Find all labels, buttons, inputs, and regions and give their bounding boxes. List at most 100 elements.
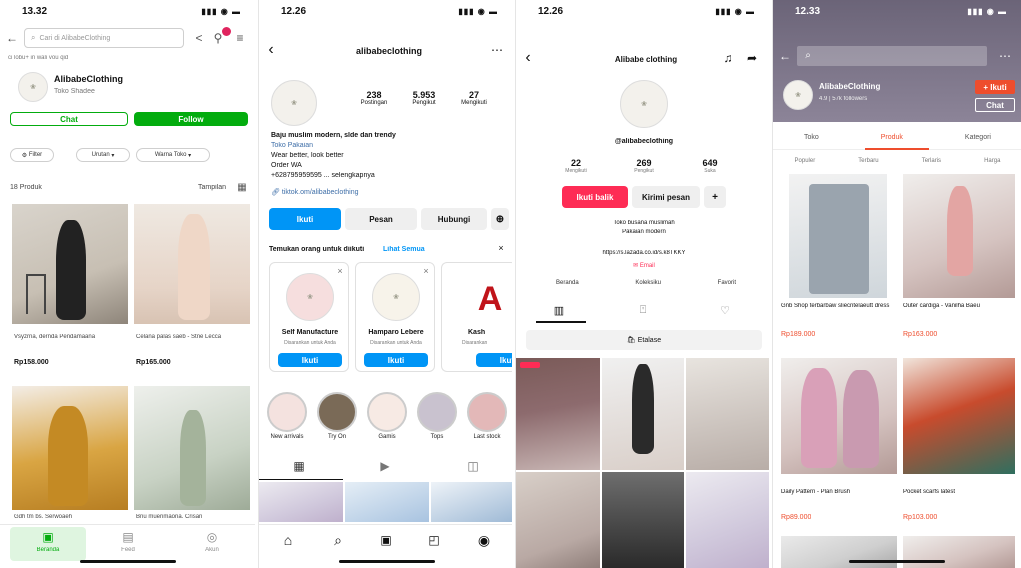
reels-icon[interactable]: ▣ <box>377 531 395 549</box>
grid-tab-icon[interactable]: ▦ <box>291 458 307 474</box>
feed-icon[interactable]: ▤ <box>120 529 136 545</box>
product-name[interactable]: Gnb Shop terbarbaw sliecntelaeutt dress <box>781 303 897 309</box>
bio-link[interactable]: 🔗︎ tiktok.om/alibabeclothing <box>271 188 359 196</box>
color-chip[interactable]: Warna Toko ▾ <box>136 148 210 162</box>
product-name[interactable]: Vsyzrna, dernda Pendamaana <box>14 334 126 340</box>
home-icon[interactable]: ⌂ <box>279 531 297 549</box>
videos-tab-icon[interactable]: ▥ <box>550 302 568 318</box>
profile-avatar[interactable]: ❀ <box>271 80 317 126</box>
product-image[interactable] <box>781 536 897 568</box>
profile-link[interactable]: Koleksiku <box>635 280 661 286</box>
search-input[interactable]: ⌕ <box>797 46 987 66</box>
grid-icon[interactable]: ▦ <box>236 181 248 193</box>
tab-products[interactable]: Produk <box>881 134 903 141</box>
sort-latest[interactable]: Terbaru <box>858 158 878 164</box>
stat-following[interactable]: 22 Mengikuti <box>546 158 606 174</box>
product-image[interactable] <box>903 174 1015 298</box>
video-thumbnail[interactable] <box>602 358 684 470</box>
stat-posts[interactable]: 238 Postingan <box>349 90 399 106</box>
back-chevron-icon[interactable]: ‹ <box>520 49 536 66</box>
product-name[interactable]: Outer cardiga - Vanilha Baeu <box>903 303 1015 309</box>
bio-line[interactable]: +628795959595 ... selengkapnya <box>271 172 375 179</box>
product-image[interactable] <box>12 386 128 510</box>
add-friend-button[interactable]: + <box>704 186 726 208</box>
message-button[interactable]: Pesan <box>345 208 417 230</box>
nav-label-home[interactable]: Beranda <box>24 547 72 553</box>
suggestion-follow-button[interactable]: Ikuti <box>278 353 342 367</box>
chat-button[interactable]: Chat <box>975 98 1015 112</box>
showcase-banner[interactable]: 🛍︎ Etalase <box>526 330 762 350</box>
chat-button[interactable]: Chat <box>10 112 128 126</box>
sort-popular[interactable]: Populer <box>795 158 816 164</box>
email-link[interactable]: ✉ Email <box>556 262 732 269</box>
more-options-icon[interactable]: ⋯ <box>489 42 505 58</box>
suggestion-follow-button[interactable]: Ikuti <box>476 353 512 367</box>
follow-button[interactable]: Ikuti <box>269 208 341 230</box>
home-icon[interactable]: ▣ <box>40 529 56 545</box>
highlight-bubble[interactable] <box>317 392 357 432</box>
product-image[interactable] <box>903 536 1015 568</box>
sort-bestseller[interactable]: Terlaris <box>922 158 941 164</box>
product-name[interactable]: Bnu muerimaona. Crisan <box>136 514 202 520</box>
suggestion-card[interactable]: A Kash Disarankan Ikuti <box>441 262 512 372</box>
more-options-icon[interactable]: ⋯ <box>997 48 1013 64</box>
back-arrow-icon[interactable]: ← <box>777 48 793 64</box>
see-all-link[interactable]: Lihat Semua <box>383 246 425 253</box>
close-icon[interactable]: × <box>420 265 432 277</box>
follow-button[interactable]: Follow <box>134 112 248 126</box>
profile-link[interactable]: Favorit <box>718 280 736 286</box>
follow-button[interactable]: + Ikuti <box>975 80 1015 94</box>
highlight-bubble[interactable] <box>267 392 307 432</box>
product-image[interactable] <box>781 358 897 474</box>
video-thumbnail[interactable] <box>516 358 600 470</box>
product-image[interactable] <box>134 386 250 510</box>
back-arrow-icon[interactable]: ← <box>4 30 20 46</box>
highlight-bubble[interactable] <box>367 392 407 432</box>
view-toggle-label[interactable]: Tampilan <box>198 184 226 191</box>
suggestion-card[interactable]: × ❀ Hamparo Lebere Disarankan untuk Anda… <box>355 262 435 372</box>
search-input[interactable]: ⌕ Cari di AlibabeClothing <box>24 28 184 48</box>
follow-back-button[interactable]: Ikuti balik <box>562 186 628 208</box>
sort-chip[interactable]: Urutan ▾ <box>76 148 130 162</box>
tagged-tab-icon[interactable]: ◫ <box>465 458 481 474</box>
bio-link[interactable]: https://s.lazada.co.id/s.k8TKKY <box>556 250 732 256</box>
nav-label-account[interactable]: Akun <box>188 547 236 553</box>
product-image[interactable] <box>134 204 250 324</box>
suggest-toggle-button[interactable]: ⊕ <box>491 208 509 230</box>
shop-icon[interactable]: ◰ <box>425 531 443 549</box>
video-thumbnail[interactable] <box>516 472 600 568</box>
stat-followers[interactable]: 269 Pengikut <box>614 158 674 174</box>
filter-chip[interactable]: ⚙ Filter <box>10 148 54 162</box>
tab-shop[interactable]: Toko <box>804 134 819 141</box>
suggestion-card[interactable]: × ❀ Self Manufacture Disarankan untuk An… <box>269 262 349 372</box>
product-name[interactable]: Gdh tm bs. Serwoaeh <box>14 514 72 520</box>
suggestion-follow-button[interactable]: Ikuti <box>364 353 428 367</box>
stat-likes[interactable]: 649 Suka <box>680 158 740 174</box>
video-thumbnail[interactable] <box>686 358 769 470</box>
product-name[interactable]: Daily Pattern - Plan Brush <box>781 489 850 495</box>
highlight-bubble[interactable] <box>417 392 457 432</box>
share-icon[interactable]: ➦ <box>744 50 760 66</box>
stat-followers[interactable]: 5.953 Pengikut <box>399 90 449 106</box>
video-thumbnail[interactable] <box>686 472 769 568</box>
profile-icon[interactable]: ◉ <box>475 531 493 549</box>
tab-categories[interactable]: Kategori <box>965 134 991 141</box>
liked-tab-icon[interactable]: ♡ <box>716 302 734 318</box>
post-thumbnail[interactable] <box>431 482 512 522</box>
profile-link[interactable]: Beranda <box>556 280 579 286</box>
share-icon[interactable]: < <box>192 30 206 46</box>
bell-icon[interactable]: ♫ <box>720 50 736 66</box>
account-icon[interactable]: ◎ <box>204 529 220 545</box>
product-name[interactable]: Celana palas saeb - Stne Lecca <box>136 334 248 340</box>
product-image[interactable] <box>903 358 1015 474</box>
sort-price[interactable]: Harga <box>984 158 1000 164</box>
menu-icon[interactable]: ≡ <box>232 30 248 46</box>
post-thumbnail[interactable] <box>345 482 429 522</box>
reels-tab-icon[interactable]: ▶ <box>377 458 393 474</box>
video-thumbnail[interactable] <box>602 472 684 568</box>
nav-label-feed[interactable]: Feed <box>104 547 152 553</box>
post-thumbnail[interactable] <box>259 482 343 522</box>
contact-button[interactable]: Hubungi <box>421 208 487 230</box>
stat-following[interactable]: 27 Mengikuti <box>449 90 499 106</box>
lock-tab-icon[interactable]: ⍞ <box>634 302 652 318</box>
